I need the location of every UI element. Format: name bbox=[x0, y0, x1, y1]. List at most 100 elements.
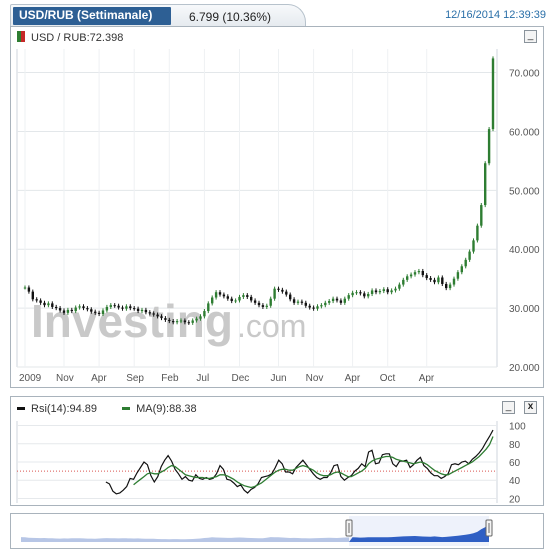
price-x-tick-label: Feb bbox=[161, 373, 179, 384]
rsi-chart: 20 40 60 80 100 bbox=[16, 421, 526, 505]
price-candle-body bbox=[133, 308, 136, 310]
price-candle-body bbox=[296, 301, 300, 303]
price-candle-body bbox=[304, 302, 307, 306]
price-y-tick-label: 70.000 bbox=[509, 69, 540, 80]
price-candle-body bbox=[355, 292, 358, 294]
price-candle-body bbox=[129, 306, 132, 309]
price-candle-body bbox=[406, 276, 409, 280]
price-candle-body bbox=[39, 300, 42, 303]
price-candle-body bbox=[35, 299, 38, 301]
symbol-tab[interactable]: USD/RUB (Settimanale) 6.799 (10.36%) bbox=[10, 4, 306, 28]
rsi-y-tick-label: 20 bbox=[509, 494, 521, 505]
price-x-tick-label: Jul bbox=[196, 373, 209, 384]
price-candle-body bbox=[265, 305, 268, 307]
price-x-tick-label: Apr bbox=[91, 373, 107, 384]
price-candle-body bbox=[441, 277, 444, 284]
price-y-tick-label: 20.000 bbox=[509, 363, 540, 374]
price-candle-body bbox=[476, 225, 479, 241]
price-candle-body bbox=[187, 322, 190, 324]
price-candle-body bbox=[250, 296, 253, 301]
price-candle-body bbox=[90, 309, 93, 312]
price-chart-panel[interactable]: USD / RUB:72.398 _ 20.000 30.000 40.000 50.… bbox=[10, 26, 544, 388]
price-candle-body bbox=[460, 266, 463, 273]
price-candle-body bbox=[347, 295, 350, 299]
price-candle-body bbox=[179, 320, 183, 322]
price-candle-body bbox=[105, 306, 109, 311]
price-candle-body bbox=[101, 310, 105, 314]
price-candle-body bbox=[394, 288, 397, 291]
price-x-tick-label: Apr bbox=[345, 373, 361, 384]
price-candle-body bbox=[86, 308, 89, 310]
price-candle-body bbox=[55, 306, 58, 309]
navigator-panel[interactable] bbox=[10, 513, 544, 549]
price-candle-body bbox=[257, 302, 261, 306]
price-candle-body bbox=[62, 310, 66, 313]
price-candle-body bbox=[246, 295, 249, 297]
price-x-tick-label: Nov bbox=[306, 373, 324, 384]
price-candle-body bbox=[97, 312, 101, 314]
price-candle-body bbox=[74, 307, 77, 312]
rsi-y-tick-label: 40 bbox=[509, 476, 521, 487]
price-candle-body bbox=[320, 305, 323, 307]
price-candle-body bbox=[480, 205, 483, 226]
price-candle-body bbox=[343, 298, 346, 303]
price-candle-body bbox=[409, 274, 413, 277]
price-candle-body bbox=[285, 291, 288, 295]
price-candle-body bbox=[78, 306, 81, 308]
symbol-title: USD/RUB (Settimanale) bbox=[13, 7, 171, 25]
price-candle-body bbox=[363, 293, 366, 297]
price-candle-body bbox=[452, 278, 456, 285]
rsi-y-tick-label: 60 bbox=[509, 458, 521, 469]
price-candle-body bbox=[312, 307, 315, 309]
price-candle-body bbox=[183, 320, 187, 323]
price-candle-body bbox=[425, 275, 428, 279]
price-candle-body bbox=[433, 279, 436, 283]
price-candle-body bbox=[351, 292, 354, 296]
price-x-tick-label: Sep bbox=[126, 373, 144, 384]
price-candle-body bbox=[437, 277, 440, 283]
price-chart: 20.000 30.000 40.000 50.000 60.000 70.000 2009… bbox=[16, 49, 540, 384]
price-candle-body bbox=[273, 288, 276, 299]
price-candle-body bbox=[211, 297, 214, 304]
price-candle-body bbox=[339, 300, 343, 303]
price-candle-body bbox=[47, 303, 50, 306]
price-candle-body bbox=[58, 308, 62, 311]
price-change: 6.799 (10.36%) bbox=[189, 10, 272, 24]
price-candle-body bbox=[370, 290, 374, 294]
rsi-y-tick-label: 80 bbox=[509, 440, 521, 451]
price-y-tick-label: 60.000 bbox=[509, 127, 540, 138]
price-candle-body bbox=[148, 312, 151, 314]
price-candle-body bbox=[484, 163, 487, 206]
price-candle-body bbox=[168, 319, 171, 322]
price-candle-body bbox=[191, 320, 194, 323]
price-candle-body bbox=[230, 298, 233, 302]
rsi-panel[interactable]: Rsi(14):94.89 MA(9):88.38 _ x 20 40 60 80 10… bbox=[10, 396, 544, 506]
price-candle-body bbox=[203, 311, 206, 317]
price-candle-body bbox=[421, 271, 424, 276]
price-candle-body bbox=[66, 309, 70, 313]
price-candle-body bbox=[234, 300, 237, 302]
price-candle-body bbox=[109, 305, 112, 307]
price-candle-body bbox=[448, 284, 452, 289]
price-candle-body bbox=[382, 289, 385, 292]
price-candle-body bbox=[464, 259, 467, 267]
price-candle-body bbox=[140, 309, 144, 312]
price-x-tick-label: Apr bbox=[419, 373, 435, 384]
price-candle-body bbox=[413, 272, 417, 275]
price-candle-body bbox=[491, 58, 495, 130]
price-candle-body bbox=[277, 288, 280, 290]
price-candle-body bbox=[160, 316, 163, 319]
price-x-tick-label: Dec bbox=[232, 373, 250, 384]
price-candle-body bbox=[261, 305, 265, 307]
price-candle-body bbox=[359, 292, 362, 294]
price-candle-body bbox=[378, 291, 382, 293]
price-candle-body bbox=[335, 298, 339, 301]
price-candle-body bbox=[117, 305, 120, 308]
price-x-tick-label: 2009 bbox=[19, 373, 42, 384]
price-candle-body bbox=[199, 316, 202, 319]
navigator-chart[interactable] bbox=[11, 514, 545, 550]
price-candle-body bbox=[121, 307, 124, 309]
price-candle-body bbox=[172, 321, 175, 323]
price-candle-body bbox=[94, 311, 97, 313]
price-candle-body bbox=[27, 287, 31, 292]
